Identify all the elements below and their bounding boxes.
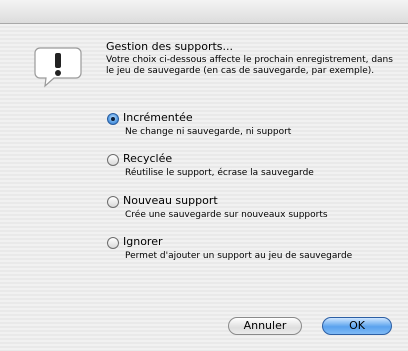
cancel-button[interactable]: Annuler	[228, 317, 302, 335]
dialog-heading: Gestion des supports...	[106, 40, 234, 53]
dialog-message: Votre choix ci-dessous affecte le procha…	[106, 55, 393, 76]
window-titlebar	[0, 0, 408, 24]
option-description: Permet d'ajouter un support au jeu de sa…	[125, 251, 353, 261]
option-description: Réutilise le support, écrase la sauvegar…	[125, 168, 314, 178]
radio-button[interactable]	[107, 237, 119, 249]
option-description: Ne change ni sauvegarde, ni support	[125, 127, 292, 137]
option-label: Recyclée	[123, 152, 173, 165]
option-label: Incrémentée	[123, 111, 193, 124]
option-description: Crée une sauvegarde sur nouveaux support…	[125, 210, 328, 220]
option-label: Ignorer	[123, 235, 163, 248]
option-label: Nouveau support	[123, 194, 218, 207]
radio-button[interactable]	[107, 154, 119, 166]
ok-button[interactable]: OK	[322, 317, 392, 335]
caution-alert-icon	[34, 47, 82, 88]
radio-button-selected[interactable]	[107, 113, 119, 125]
radio-button[interactable]	[107, 196, 119, 208]
